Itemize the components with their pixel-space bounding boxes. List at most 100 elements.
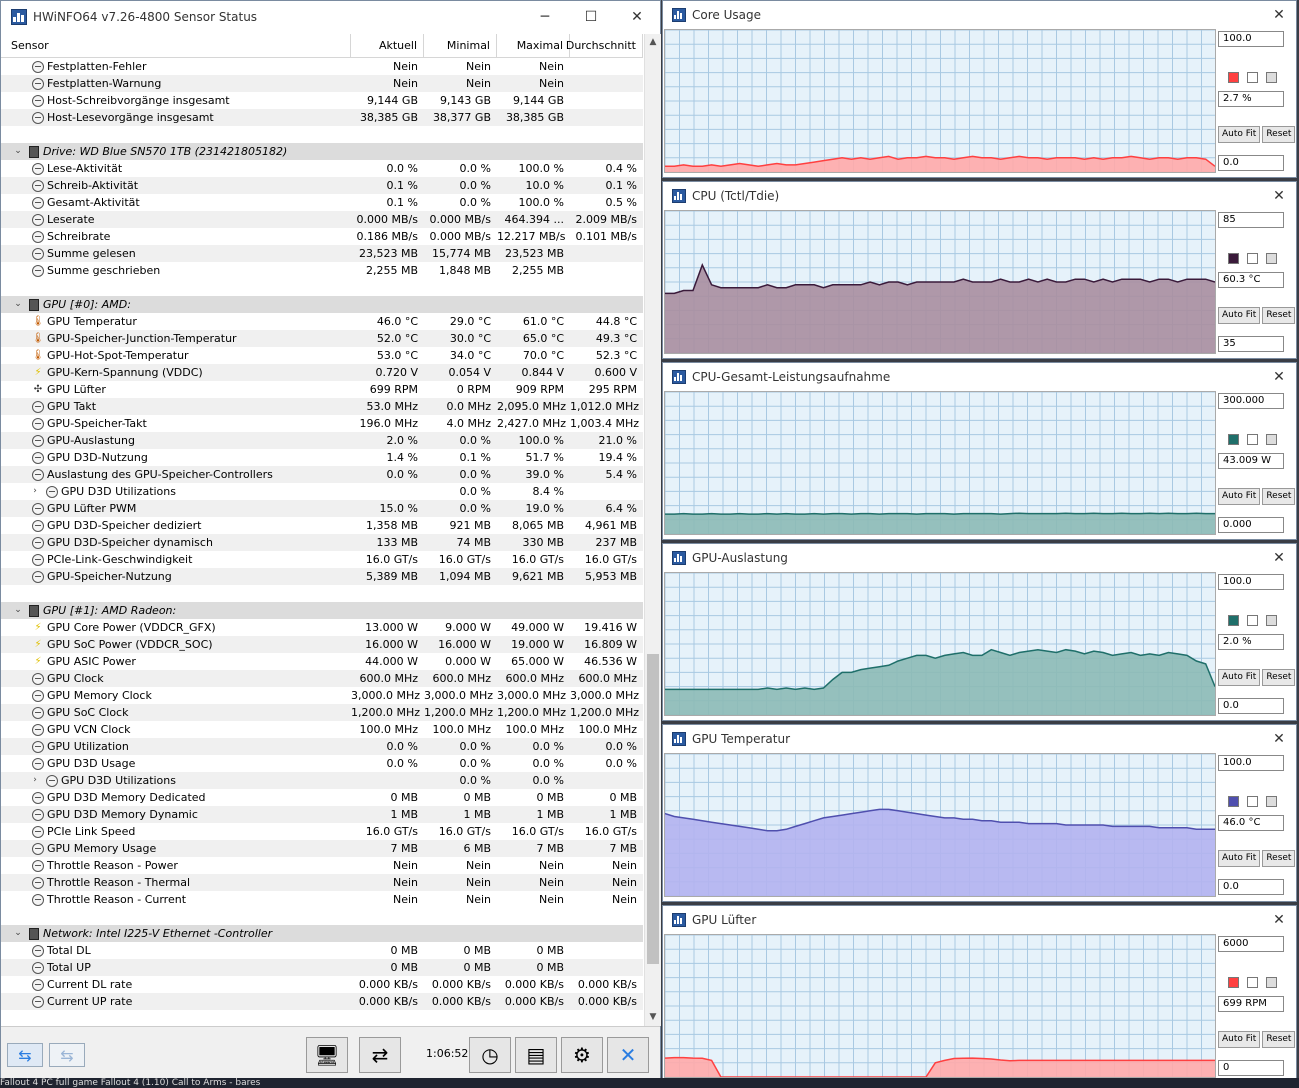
sensor-row[interactable]: GPU D3D Usage 0.0 % 0.0 % 0.0 % 0.0 % <box>1 755 643 772</box>
sync-button[interactable]: ⇄ <box>359 1037 401 1073</box>
sensor-row[interactable]: Total DL 0 MB 0 MB 0 MB <box>1 942 643 959</box>
auto-fit-button[interactable]: Auto Fit <box>1218 1031 1261 1048</box>
sensor-row[interactable]: Throttle Reason - Current Nein Nein Nein Nei… <box>1 891 643 908</box>
maximize-button[interactable]: ☐ <box>568 1 614 32</box>
graph-min-value[interactable]: 0.000 <box>1218 517 1284 533</box>
graph-titlebar[interactable]: GPU Temperatur ✕ <box>663 725 1296 753</box>
group-row[interactable]: ⌄ GPU [#1]: AMD Radeon: <box>1 602 643 619</box>
sensor-row[interactable]: GPU Clock 600.0 MHz 600.0 MHz 600.0 MHz 600.… <box>1 670 643 687</box>
line-color-swatch[interactable] <box>1228 72 1239 83</box>
sensor-row[interactable]: Schreibrate 0.186 MB/s 0.000 MB/s 12.217 MB… <box>1 228 643 245</box>
graph-titlebar[interactable]: CPU-Gesamt-Leistungsaufnahme ✕ <box>663 363 1296 391</box>
close-button[interactable]: ✕ <box>614 1 660 32</box>
collapse-icon[interactable]: ⌄ <box>10 602 26 619</box>
sensor-row[interactable]: Host-Lesevorgänge insgesamt 38,385 GB 38,3… <box>1 109 643 126</box>
sensor-row[interactable]: GPU D3D Memory Dedicated 0 MB 0 MB 0 MB 0 MB <box>1 789 643 806</box>
nav-back-button[interactable]: ⇆ <box>49 1043 85 1067</box>
sensor-row[interactable]: Current UP rate 0.000 KB/s 0.000 KB/s 0.000… <box>1 993 643 1010</box>
sensor-row[interactable]: Schreib-Aktivität 0.1 % 0.0 % 10.0 % 0.1 % <box>1 177 643 194</box>
fill-color-swatch[interactable] <box>1247 72 1258 83</box>
sensor-row[interactable]: GPU-Speicher-Takt 196.0 MHz 4.0 MHz 2,427.0… <box>1 415 643 432</box>
vertical-scrollbar[interactable]: ▲ ▼ <box>644 34 661 1026</box>
sensor-row[interactable]: ⚡ GPU SoC Power (VDDCR_SOC) 16.000 W 16.000… <box>1 636 643 653</box>
column-average[interactable]: Durchschnitt <box>566 34 643 57</box>
sensor-row[interactable]: GPU D3D Memory Dynamic 1 MB 1 MB 1 MB 1 MB <box>1 806 643 823</box>
sensor-row[interactable]: GPU-Speicher-Nutzung 5,389 MB 1,094 MB 9,62… <box>1 568 643 585</box>
graph-min-value[interactable]: 35 <box>1218 336 1284 352</box>
close-icon[interactable]: ✕ <box>1262 731 1296 747</box>
sensor-row[interactable]: GPU-Auslastung 2.0 % 0.0 % 100.0 % 21.0 % <box>1 432 643 449</box>
graph-window[interactable]: GPU Lüfter ✕ 6000 699 RPM Auto Fit Reset 0 <box>662 905 1297 1083</box>
graph-titlebar[interactable]: CPU (Tctl/Tdie) ✕ <box>663 182 1296 210</box>
bg-color-swatch[interactable] <box>1266 72 1277 83</box>
graph-window[interactable]: CPU-Gesamt-Leistungsaufnahme ✕ 300.000 43.0… <box>662 362 1297 540</box>
sensor-row[interactable]: 🌡 GPU Temperatur 46.0 °C 29.0 °C 61.0 °C 44.8… <box>1 313 643 330</box>
sensor-row[interactable]: Auslastung des GPU-Speicher-Controllers 0… <box>1 466 643 483</box>
reset-button[interactable]: Reset <box>1262 307 1296 324</box>
sensor-row[interactable]: GPU D3D-Nutzung 1.4 % 0.1 % 51.7 % 19.4 % <box>1 449 643 466</box>
graph-min-value[interactable]: 0 <box>1218 1060 1284 1076</box>
close-icon[interactable]: ✕ <box>1262 912 1296 928</box>
graph-window[interactable]: Core Usage ✕ 100.0 2.7 % Auto Fit Reset 0.0 <box>662 0 1297 178</box>
bg-color-swatch[interactable] <box>1266 434 1277 445</box>
sensor-row[interactable]: ✣ GPU Lüfter 699 RPM 0 RPM 909 RPM 295 RPM <box>1 381 643 398</box>
close-icon[interactable]: ✕ <box>1262 550 1296 566</box>
sensor-row[interactable]: Gesamt-Aktivität 0.1 % 0.0 % 100.0 % 0.5 % <box>1 194 643 211</box>
column-maximum[interactable]: Maximal <box>497 34 570 57</box>
fill-color-swatch[interactable] <box>1247 615 1258 626</box>
graph-max-value[interactable]: 100.0 <box>1218 574 1284 590</box>
sensor-row[interactable]: Throttle Reason - Thermal Nein Nein Nein Nei… <box>1 874 643 891</box>
graph-window[interactable]: CPU (Tctl/Tdie) ✕ 85 60.3 °C Auto Fit Reset 35 <box>662 181 1297 359</box>
sensor-row[interactable]: Summe geschrieben 2,255 MB 1,848 MB 2,255 M… <box>1 262 643 279</box>
sensor-row[interactable]: PCIe Link Speed 16.0 GT/s 16.0 GT/s 16.0 GT… <box>1 823 643 840</box>
sensor-row[interactable]: PCIe-Link-Geschwindigkeit 16.0 GT/s 16.0 G… <box>1 551 643 568</box>
sensor-row[interactable]: Summe gelesen 23,523 MB 15,774 MB 23,523 MB <box>1 245 643 262</box>
graph-min-value[interactable]: 0.0 <box>1218 879 1284 895</box>
sensor-row[interactable]: Lese-Aktivität 0.0 % 0.0 % 100.0 % 0.4 % <box>1 160 643 177</box>
graph-max-value[interactable]: 100.0 <box>1218 31 1284 47</box>
collapse-icon[interactable]: ⌄ <box>10 296 26 313</box>
bg-color-swatch[interactable] <box>1266 796 1277 807</box>
group-row[interactable]: ⌄ GPU [#0]: AMD: <box>1 296 643 313</box>
line-color-swatch[interactable] <box>1228 796 1239 807</box>
fill-color-swatch[interactable] <box>1247 796 1258 807</box>
graph-max-value[interactable]: 6000 <box>1218 936 1284 952</box>
collapse-icon[interactable]: ⌄ <box>10 143 26 160</box>
group-row[interactable]: ⌄ Network: Intel I225-V Ethernet -Control… <box>1 925 643 942</box>
sensor-row[interactable]: Festplatten-Fehler Nein Nein Nein <box>1 58 643 75</box>
fill-color-swatch[interactable] <box>1247 977 1258 988</box>
line-color-swatch[interactable] <box>1228 253 1239 264</box>
minimize-button[interactable]: ─ <box>522 1 568 32</box>
network-button[interactable]: 🖥 <box>306 1037 348 1073</box>
sensor-row[interactable]: Leserate 0.000 MB/s 0.000 MB/s 464.394 ... 2… <box>1 211 643 228</box>
sensor-row[interactable]: Host-Schreibvorgänge insgesamt 9,144 GB 9,… <box>1 92 643 109</box>
sensor-row[interactable]: Festplatten-Warnung Nein Nein Nein <box>1 75 643 92</box>
auto-fit-button[interactable]: Auto Fit <box>1218 669 1261 686</box>
graph-max-value[interactable]: 85 <box>1218 212 1284 228</box>
group-row[interactable]: ⌄ Drive: WD Blue SN570 1TB (231421805182) <box>1 143 643 160</box>
close-icon[interactable]: ✕ <box>1262 7 1296 23</box>
sensor-row[interactable]: ⚡ GPU-Kern-Spannung (VDDC) 0.720 V 0.054 V 0… <box>1 364 643 381</box>
graph-max-value[interactable]: 100.0 <box>1218 755 1284 771</box>
sensor-list[interactable]: Festplatten-Fehler Nein Nein Nein Festplatte… <box>1 58 643 1026</box>
sensor-row[interactable]: Current DL rate 0.000 KB/s 0.000 KB/s 0.000… <box>1 976 643 993</box>
settings-button[interactable]: ⚙ <box>561 1037 603 1073</box>
auto-fit-button[interactable]: Auto Fit <box>1218 126 1261 143</box>
graph-titlebar[interactable]: GPU-Auslastung ✕ <box>663 544 1296 572</box>
reset-button[interactable]: Reset <box>1262 126 1296 143</box>
sensor-row[interactable]: GPU Memory Clock 3,000.0 MHz 3,000.0 MHz 3,… <box>1 687 643 704</box>
scroll-down-icon[interactable]: ▼ <box>645 1009 661 1026</box>
close-icon[interactable]: ✕ <box>1262 188 1296 204</box>
scroll-up-icon[interactable]: ▲ <box>645 34 661 51</box>
collapse-icon[interactable]: ⌄ <box>10 925 26 942</box>
auto-fit-button[interactable]: Auto Fit <box>1218 488 1261 505</box>
auto-fit-button[interactable]: Auto Fit <box>1218 307 1261 324</box>
graph-min-value[interactable]: 0.0 <box>1218 698 1284 714</box>
sensor-row[interactable]: › GPU D3D Utilizations 0.0 % 8.4 % <box>1 483 643 500</box>
sensor-row[interactable]: GPU Lüfter PWM 15.0 % 0.0 % 19.0 % 6.4 % <box>1 500 643 517</box>
graph-window[interactable]: GPU Temperatur ✕ 100.0 46.0 °C Auto Fit Reset… <box>662 724 1297 902</box>
column-sensor[interactable]: Sensor <box>1 34 351 57</box>
sensor-row[interactable]: GPU VCN Clock 100.0 MHz 100.0 MHz 100.0 MHz… <box>1 721 643 738</box>
sensor-row[interactable]: 🌡 GPU-Speicher-Junction-Temperatur 52.0 °C… <box>1 330 643 347</box>
bg-color-swatch[interactable] <box>1266 253 1277 264</box>
